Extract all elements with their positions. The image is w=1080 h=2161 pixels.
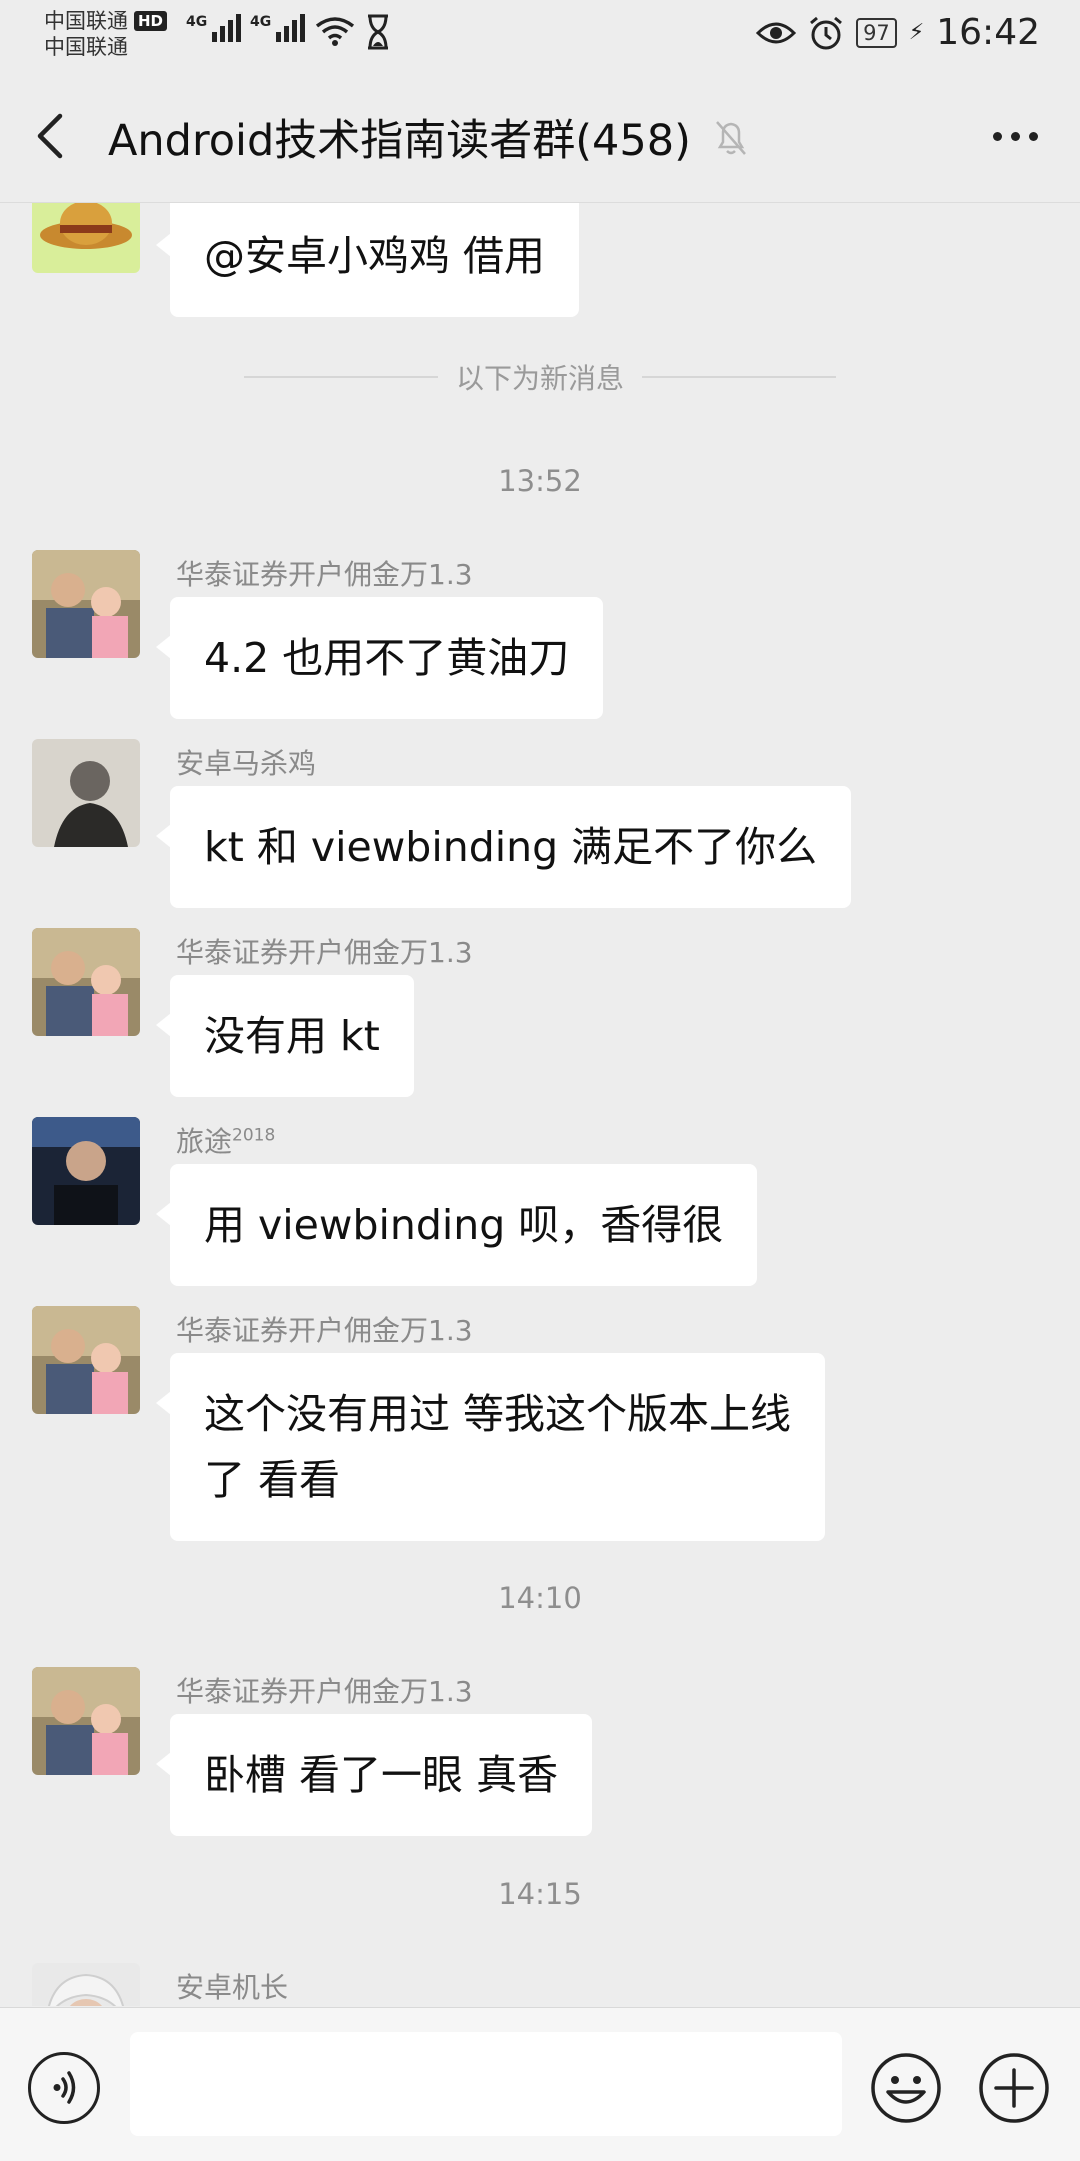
- message-text: @安卓小鸡鸡 借用: [204, 232, 546, 280]
- hourglass-icon: [368, 14, 388, 50]
- emoji-icon: [871, 2053, 941, 2123]
- message-bubble[interactable]: 用 viewbinding 呗，香得很: [155, 1164, 758, 1286]
- message-bubble[interactable]: 这个没有用过 等我这个版本上线 了 看看: [155, 1353, 826, 1541]
- plus-button[interactable]: [978, 2052, 1050, 2124]
- signal-icon-1: 4G: [186, 14, 242, 42]
- more-dots-icon: [992, 131, 1002, 141]
- carrier-name-1: 中国联通: [44, 9, 128, 33]
- input-bar: [0, 2007, 1080, 2161]
- eye-icon: [756, 22, 797, 43]
- avatar-huatai[interactable]: [32, 1306, 140, 1414]
- message-bubble[interactable]: 没有用 kt: [156, 975, 414, 1097]
- hd-badge: HD: [134, 11, 168, 31]
- message-bubble[interactable]: kt 和 viewbinding 满足不了你么: [155, 786, 852, 908]
- sender-name: 华泰证券开户佣金万1.3: [176, 936, 473, 969]
- plus-icon: [979, 2053, 1049, 2123]
- status-right-group: 97 ⚡ 16:42: [756, 12, 1040, 53]
- message-input[interactable]: [130, 2032, 842, 2136]
- sender-name: 安卓马杀鸡: [176, 747, 317, 780]
- sender-name: 华泰证券开户佣金万1.3: [176, 1675, 473, 1708]
- status-bar: 中国联通 HD 中国联通 4G 4G 97 ⚡ 16:42: [0, 0, 1080, 70]
- sender-name: 旅途2018: [176, 1125, 276, 1158]
- message-text: 4.2 也用不了黄油刀: [204, 634, 570, 682]
- avatar-anzhuo-jizhang[interactable]: [32, 1963, 140, 2006]
- avatar-huatai[interactable]: [32, 1667, 140, 1775]
- charging-icon: ⚡: [908, 20, 925, 45]
- sender-name: 安卓机长: [176, 1971, 289, 2004]
- timestamp: 14:15: [498, 1877, 582, 1911]
- timestamp: 13:52: [498, 464, 582, 498]
- new-messages-label: 以下为新消息: [456, 362, 625, 395]
- alarm-icon: [810, 16, 843, 49]
- back-button[interactable]: [30, 104, 90, 168]
- message-bubble[interactable]: @安卓小鸡鸡 借用: [155, 203, 580, 317]
- clock: 16:42: [936, 12, 1040, 53]
- message-text: 用 viewbinding 呗，香得很: [204, 1201, 724, 1249]
- avatar-straw-hat[interactable]: [32, 203, 140, 273]
- sender-name: 华泰证券开户佣金万1.3: [176, 558, 473, 591]
- signal-icon-2: 4G: [250, 14, 306, 42]
- avatar-anzhuo-mashaji[interactable]: [32, 739, 140, 847]
- wifi-icon: [315, 17, 355, 46]
- avatar-lvtu[interactable]: [32, 1117, 140, 1225]
- emoji-button[interactable]: [870, 2052, 942, 2124]
- sender-name: 华泰证券开户佣金万1.3: [176, 1314, 473, 1347]
- message-text: 卧槽 看了一眼 真香: [204, 1751, 559, 1799]
- more-button[interactable]: [980, 108, 1050, 164]
- message-text-line: 这个没有用过 等我这个版本上线: [204, 1390, 792, 1438]
- mute-bell-icon: [716, 121, 746, 155]
- carrier-info: 中国联通 HD 中国联通: [44, 8, 168, 60]
- battery-indicator: 97: [856, 17, 897, 48]
- message-list[interactable]: @安卓小鸡鸡 借用 以下为新消息 13:52 华泰证券开户佣金万1.3 4.2 …: [0, 203, 1080, 2006]
- message-text: 没有用 kt: [204, 1012, 380, 1060]
- carrier-name-2: 中国联通: [44, 35, 128, 59]
- chat-title: Android技术指南读者群(458): [108, 116, 691, 166]
- chat-header: Android技术指南读者群(458): [0, 70, 1080, 203]
- voice-icon: [53, 2071, 76, 2104]
- back-arrow-icon: [37, 113, 63, 159]
- timestamp: 14:10: [498, 1581, 582, 1615]
- message-bubble[interactable]: 4.2 也用不了黄油刀: [155, 597, 604, 719]
- avatar-huatai[interactable]: [32, 550, 140, 658]
- avatar-huatai[interactable]: [32, 928, 140, 1036]
- new-messages-divider: 以下为新消息: [244, 357, 837, 397]
- voice-button[interactable]: [28, 2052, 100, 2124]
- message-bubble[interactable]: 卧槽 看了一眼 真香: [155, 1714, 593, 1836]
- message-text-line: 了 看看: [204, 1456, 341, 1504]
- message-text: kt 和 viewbinding 满足不了你么: [204, 823, 818, 871]
